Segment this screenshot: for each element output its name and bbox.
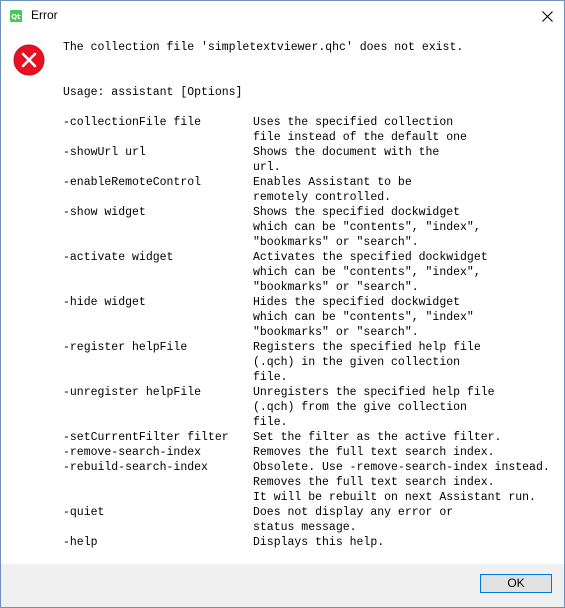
window-title: Error [31,8,58,22]
options-list: -collectionFile file Uses the specified c… [63,115,558,550]
option-description-line: Shows the specified dockwidget [253,206,461,219]
option-row: -help Displays this help. [63,535,558,550]
option-description-line: url. [253,161,281,174]
option-description: Shows the specified dockwidget which can … [253,205,481,250]
button-bar: OK [1,564,564,607]
option-description-line: Removes the full text search index. [253,446,495,459]
option-description-line: file. [253,416,288,429]
svg-text:Qt: Qt [11,13,21,21]
option-description-line: Enables Assistant to be [253,176,412,189]
option-row: -activate widget Activates the specified … [63,250,558,295]
option-description-line: file instead of the default one [253,131,467,144]
option-description-line: status message. [253,521,357,534]
option-description-line: (.qch) in the given collection [253,356,461,369]
option-name: -enableRemoteControl [63,176,202,189]
close-button[interactable] [530,1,564,31]
option-name: -activate widget [63,251,174,264]
option-description: Does not display any error or status mess… [253,505,453,535]
option-description-line: Registers the specified help file [253,341,481,354]
error-icon [13,44,45,76]
option-description-line: Removes the full text search index. [253,476,495,489]
option-description-line: "bookmarks" or "search". [253,326,419,339]
option-description-line: Does not display any error or [253,506,454,519]
option-description-line: Shows the document with the [253,146,440,159]
option-description: Registers the specified help file (.qch) … [253,340,481,385]
option-row: -remove-search-index Removes the full tex… [63,445,558,460]
option-name: -remove-search-index [63,446,202,459]
qt-app-icon: Qt [10,10,22,22]
option-description: Shows the document with the url. [253,145,439,175]
dialog-content: The collection file 'simpletextviewer.qh… [1,32,564,564]
option-row: -show widget Shows the specified dockwidg… [63,205,558,250]
close-icon [541,10,553,22]
error-dialog: Qt Error The collection file 'simpletext… [0,0,565,608]
option-description: Unregisters the specified help file (.qch… [253,385,495,430]
option-description-line: Uses the specified collection [253,116,454,129]
option-description-line: "bookmarks" or "search". [253,236,419,249]
option-description: Removes the full text search index. [253,445,495,460]
option-description-line: Activates the specified dockwidget [253,251,488,264]
option-description-line: remotely controlled. [253,191,392,204]
option-row: -rebuild-search-index Obsolete. Use -remo… [63,460,558,505]
option-description-line: which can be "contents", "index" [253,311,474,324]
option-name: -register helpFile [63,341,188,354]
ok-button-label: OK [507,576,525,590]
option-description: Activates the specified dockwidget which … [253,250,488,295]
option-name: -help [63,536,98,549]
title-bar[interactable]: Qt Error [1,1,564,32]
ok-button[interactable]: OK [480,574,552,593]
option-description-line: It will be rebuilt on next Assistant run… [253,491,536,504]
option-description-line: which can be "contents", "index", [253,266,481,279]
option-name: -showUrl url [63,146,146,159]
option-description: Set the filter as the active filter. [253,430,501,445]
option-description-line: Obsolete. Use -remove-search-index inste… [253,461,550,474]
usage-line: Usage: assistant [Options] [63,86,243,99]
option-name: -setCurrentFilter filter [63,431,229,444]
option-row: -showUrl url Shows the document with the u… [63,145,558,175]
option-description-line: "bookmarks" or "search". [253,281,419,294]
option-row: -enableRemoteControl Enables Assistant to… [63,175,558,205]
option-description: Uses the specified collection file instea… [253,115,467,145]
option-row: -collectionFile file Uses the specified c… [63,115,558,145]
option-name: -quiet [63,506,105,519]
option-description-line: Displays this help. [253,536,385,549]
option-name: -show widget [63,206,146,219]
option-description: Obsolete. Use -remove-search-index inste… [253,460,550,505]
option-row: -hide widget Hides the specified dockwidg… [63,295,558,340]
option-name: -hide widget [63,296,146,309]
option-row: -quiet Does not display any error or statu… [63,505,558,535]
option-name: -rebuild-search-index [63,461,208,474]
option-description-line: Set the filter as the active filter. [253,431,502,444]
option-description-line: Hides the specified dockwidget [253,296,461,309]
option-description-line: (.qch) from the give collection [253,401,467,414]
option-description-line: file. [253,371,288,384]
option-row: -setCurrentFilter filter Set the filter a… [63,430,558,445]
option-description: Hides the specified dockwidget which can … [253,295,474,340]
option-description-line: which can be "contents", "index", [253,221,481,234]
option-name: -collectionFile file [63,116,202,129]
option-description: Displays this help. [253,535,384,550]
error-message: The collection file 'simpletextviewer.qh… [63,32,558,550]
option-row: -unregister helpFile Unregisters the spec… [63,385,558,430]
option-description-line: Unregisters the specified help file [253,386,495,399]
option-name: -unregister helpFile [63,386,202,399]
error-headline: The collection file 'simpletextviewer.qh… [63,41,464,54]
option-row: -register helpFile Registers the specifie… [63,340,558,385]
option-description: Enables Assistant to be remotely controll… [253,175,412,205]
